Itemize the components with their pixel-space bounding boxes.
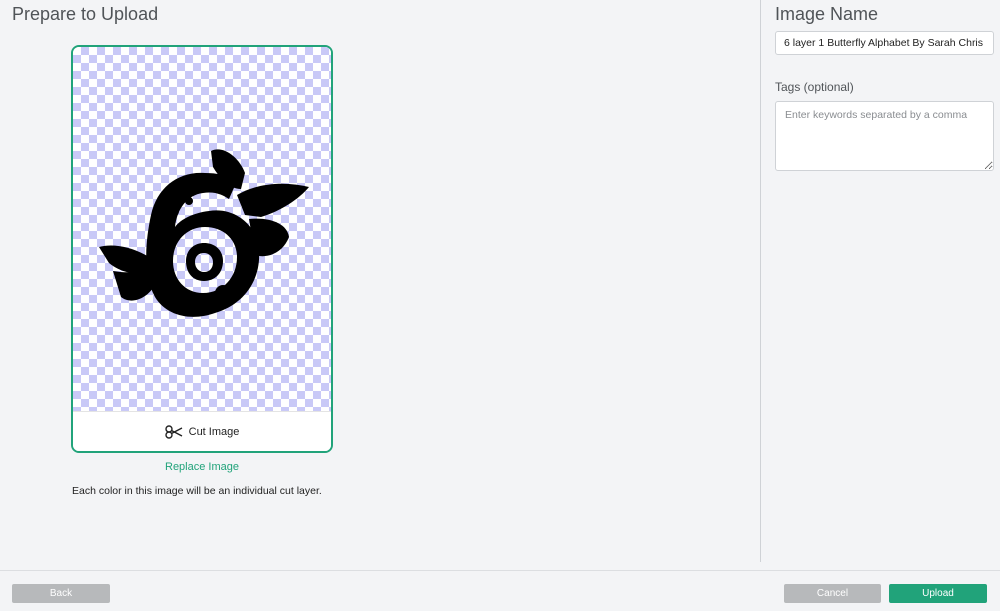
tags-label: Tags (optional) <box>775 80 854 94</box>
cut-layer-info: Each color in this image will be an indi… <box>72 485 322 497</box>
image-preview-card[interactable]: Cut Image <box>71 45 333 453</box>
butterfly-six-artwork <box>99 149 309 317</box>
footer-bar: Back Cancel Upload <box>0 570 1000 611</box>
cut-image-label: Cut Image <box>188 426 240 438</box>
cut-image-option[interactable]: Cut Image <box>73 411 331 451</box>
upload-preview-pane: Prepare to Upload Cut Image Replace Imag… <box>0 0 760 570</box>
replace-image-link[interactable]: Replace Image <box>71 461 333 473</box>
image-details-pane: Image Name Tags (optional) <box>761 0 1000 570</box>
upload-button[interactable]: Upload <box>889 584 987 603</box>
scissors-icon <box>164 425 183 439</box>
page-title: Prepare to Upload <box>12 4 159 24</box>
back-button[interactable]: Back <box>12 584 110 603</box>
image-name-title: Image Name <box>775 4 879 24</box>
cancel-button[interactable]: Cancel <box>784 584 881 603</box>
image-name-input[interactable] <box>775 31 994 55</box>
tags-input[interactable] <box>775 101 994 171</box>
